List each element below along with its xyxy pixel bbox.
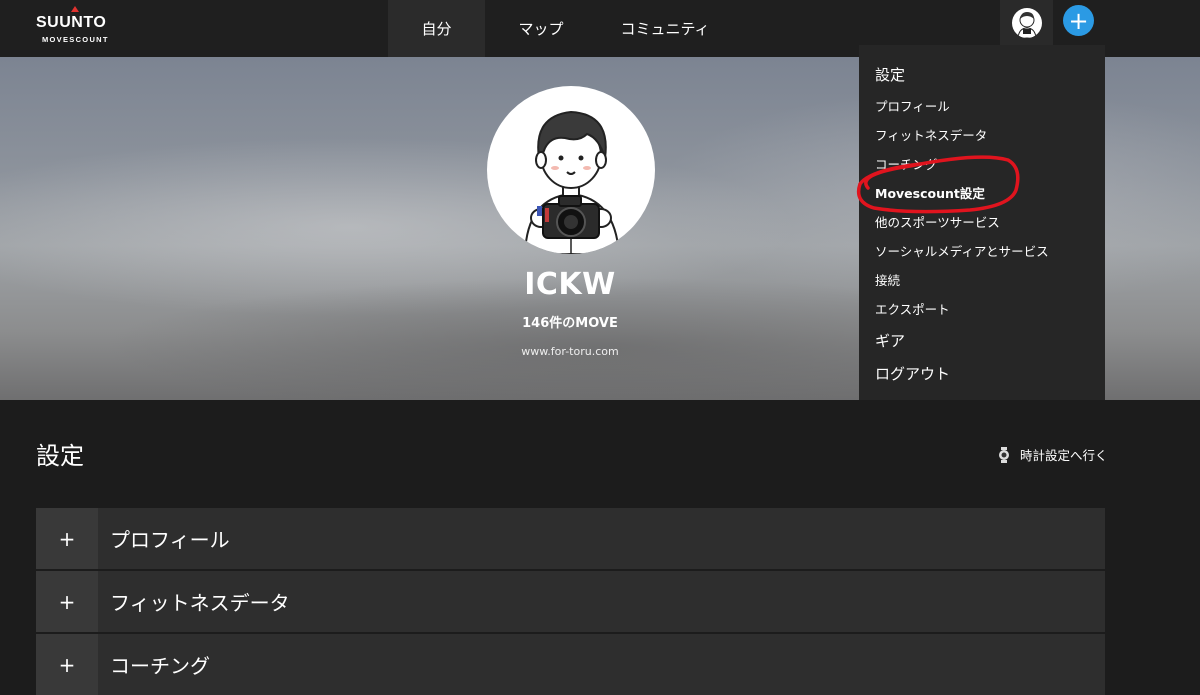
expand-icon[interactable]: + — [36, 571, 98, 632]
menu-item-gear[interactable]: ギア — [875, 330, 905, 351]
accordion-fitness-data[interactable]: + フィットネスデータ — [36, 571, 1105, 632]
add-move-button[interactable]: + — [1063, 5, 1094, 36]
logo-brand: SUUNTO — [36, 14, 107, 31]
tab-map[interactable]: マップ — [485, 0, 597, 57]
tab-community[interactable]: コミュニティ — [597, 0, 733, 57]
watch-settings-label: 時計設定へ行く — [1020, 448, 1108, 463]
suunto-logo[interactable]: SUUNTO MOVESCOUNT — [36, 6, 116, 48]
logo-subtitle: MOVESCOUNT — [42, 35, 109, 44]
plus-icon: + — [1068, 6, 1089, 35]
profile-website-link[interactable]: www.for-toru.com — [420, 345, 720, 358]
expand-icon[interactable]: + — [36, 634, 98, 695]
settings-title: 設定 — [36, 442, 84, 470]
menu-item-export[interactable]: エクスポート — [875, 299, 950, 318]
menu-item-social-media-services[interactable]: ソーシャルメディアとサービス — [875, 241, 1049, 260]
menu-item-settings[interactable]: 設定 — [875, 64, 905, 85]
menu-item-profile[interactable]: プロフィール — [875, 96, 950, 115]
menu-item-coaching[interactable]: コーチング — [875, 154, 938, 173]
accordion-label: コーチング — [110, 654, 210, 678]
watch-icon — [999, 446, 1009, 463]
accordion-profile[interactable]: + プロフィール — [36, 508, 1105, 569]
menu-item-fitness-data[interactable]: フィットネスデータ — [875, 125, 987, 144]
avatar — [1011, 7, 1042, 38]
expand-icon[interactable]: + — [36, 508, 98, 569]
accordion-label: プロフィール — [110, 528, 230, 552]
menu-item-other-sport-services[interactable]: 他のスポーツサービス — [875, 212, 1000, 231]
menu-item-logout[interactable]: ログアウト — [875, 363, 950, 384]
accordion-coaching[interactable]: + コーチング — [36, 634, 1105, 695]
tab-me[interactable]: 自分 — [388, 0, 485, 57]
accordion-label: フィットネスデータ — [110, 591, 290, 615]
profile-avatar[interactable] — [487, 86, 655, 254]
logo-triangle-icon — [71, 6, 79, 12]
profile-username: ICKW — [524, 267, 616, 302]
main-nav: 自分 マップ コミュニティ — [388, 0, 733, 57]
watch-settings-link[interactable]: 時計設定へ行く — [998, 445, 1108, 464]
user-menu-button[interactable] — [1000, 0, 1053, 45]
move-count[interactable]: 146件のMOVE — [420, 312, 720, 331]
user-dropdown-menu: 設定 プロフィール フィットネスデータ コーチング Movescount設定 他… — [859, 45, 1105, 400]
menu-item-connections[interactable]: 接続 — [875, 270, 900, 289]
menu-item-movescount-settings[interactable]: Movescount設定 — [875, 183, 985, 202]
